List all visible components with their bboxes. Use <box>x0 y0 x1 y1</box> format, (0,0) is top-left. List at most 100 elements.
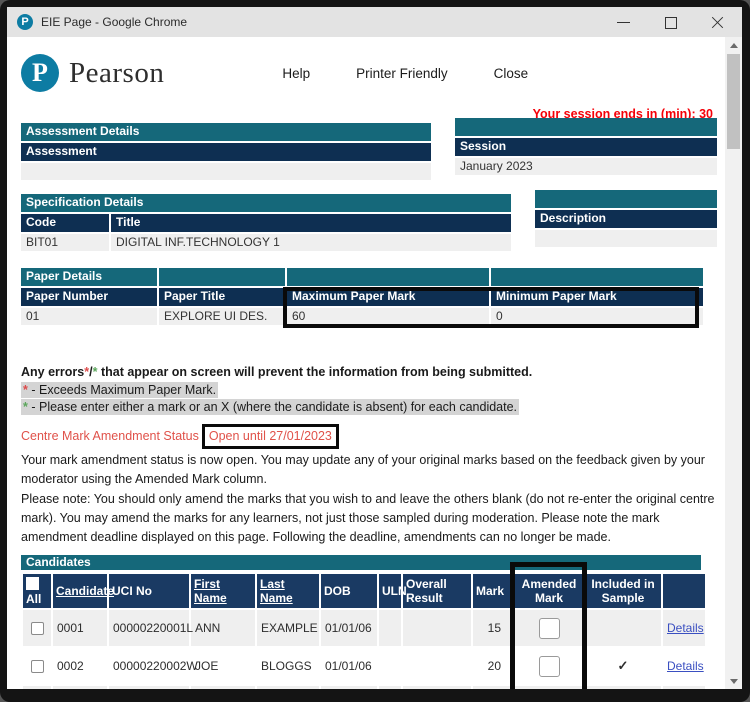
window-title: EIE Page - Google Chrome <box>41 15 617 29</box>
scroll-down-icon[interactable] <box>725 673 742 689</box>
overall-result <box>402 685 472 689</box>
candidates-header-row: All Candidate UCI No First Name Last Nam… <box>22 573 706 609</box>
error-heading: Any errors*/* that appear on screen will… <box>21 365 717 379</box>
last-name: BLOGGS <box>256 647 320 685</box>
first-name: JOE <box>190 647 256 685</box>
scroll-up-icon[interactable] <box>725 37 742 53</box>
dob: 01/01/06 <box>320 685 378 689</box>
candidates-table: All Candidate UCI No First Name Last Nam… <box>21 572 707 689</box>
uln <box>378 647 402 685</box>
amendment-status-label: Centre Mark Amendment Status <box>21 429 199 443</box>
pearson-favicon-icon: P <box>17 14 33 30</box>
included-in-sample-check <box>584 609 662 647</box>
maximize-icon[interactable] <box>664 16 677 29</box>
page-content: P Pearson Help Printer Friendly Close Yo… <box>7 37 725 689</box>
details-link[interactable]: Details <box>667 659 704 673</box>
printer-friendly-link[interactable]: Printer Friendly <box>356 66 448 81</box>
min-paper-mark-value: 0 <box>491 308 703 325</box>
column-details <box>662 573 706 609</box>
paper-teal-spacer <box>491 268 703 286</box>
description-value <box>535 230 717 247</box>
vertical-scrollbar[interactable] <box>725 37 742 689</box>
description-label: Description <box>535 210 717 228</box>
details-link[interactable]: Details <box>667 621 704 635</box>
mark-value: 15 <box>472 685 514 689</box>
column-first-name: First Name <box>190 573 256 609</box>
uci-no: 00000220001L <box>108 609 190 647</box>
session-label: Session <box>455 138 717 156</box>
column-overall-result: Overall Result <box>402 573 472 609</box>
max-paper-mark-label: Maximum Paper Mark <box>287 288 489 306</box>
paper-title-value: EXPLORE UI DES. <box>159 308 285 325</box>
column-uln: ULN <box>378 573 402 609</box>
session-value: January 2023 <box>455 158 717 175</box>
error-line-max-mark: * - Exceeds Maximum Paper Mark. <box>21 383 717 397</box>
paper-number-value: 01 <box>21 308 157 325</box>
scrollbar-thumb[interactable] <box>727 54 740 149</box>
assessment-details-header: Assessment Details <box>21 123 431 141</box>
amendment-status-line: Centre Mark Amendment Status Open until 2… <box>21 424 717 449</box>
column-amended-mark: Amended Mark <box>514 573 584 609</box>
close-window-icon[interactable] <box>711 16 724 29</box>
last-name: SMITH <box>256 685 320 689</box>
page-header: P Pearson Help Printer Friendly Close <box>21 47 717 99</box>
assessment-section: Assessment Details Assessment Session Ja… <box>21 123 717 180</box>
column-uci: UCI No <box>108 573 190 609</box>
column-all: All <box>22 573 52 609</box>
first-name: JOHN <box>190 685 256 689</box>
candidate-number: 0003 <box>52 685 108 689</box>
amended-mark-input[interactable] <box>539 656 560 677</box>
max-paper-mark-value: 60 <box>287 308 489 325</box>
browser-viewport: P Pearson Help Printer Friendly Close Yo… <box>7 37 742 689</box>
candidate-row: 0003 00000220003C JOHN SMITH 01/01/06 15… <box>22 685 706 689</box>
column-dob: DOB <box>320 573 378 609</box>
paper-teal-spacer <box>159 268 285 286</box>
amendment-paragraph-2: Please note: You should only amend the m… <box>21 490 717 547</box>
row-checkbox[interactable] <box>31 660 44 673</box>
sort-candidate-link[interactable]: Candidate <box>56 584 114 598</box>
minimize-icon[interactable] <box>617 16 630 29</box>
column-included-in-sample: Included in Sample <box>584 573 662 609</box>
top-nav: Help Printer Friendly Close <box>282 66 528 81</box>
assessment-label: Assessment <box>21 143 431 161</box>
sort-first-name-link[interactable]: First Name <box>194 577 227 605</box>
mark-value: 15 <box>472 609 514 647</box>
assessment-value <box>21 163 431 180</box>
included-in-sample-check: ✓ <box>584 647 662 685</box>
amended-mark-input[interactable] <box>539 618 560 639</box>
session-block-header <box>455 118 717 136</box>
overall-result <box>402 609 472 647</box>
select-all-checkbox[interactable] <box>26 577 39 590</box>
paper-number-label: Paper Number <box>21 288 157 306</box>
uci-no: 00000220002W <box>108 647 190 685</box>
paper-teal-spacer <box>287 268 489 286</box>
candidates-header: Candidates <box>21 555 701 570</box>
browser-window: P EIE Page - Google Chrome P Pearson Hel… <box>0 0 750 702</box>
spec-title-value: DIGITAL INF.TECHNOLOGY 1 <box>111 234 511 251</box>
dob: 01/01/06 <box>320 647 378 685</box>
amendment-status-value: Open until 27/01/2023 <box>209 429 332 443</box>
overall-result <box>402 647 472 685</box>
error-line-mark-or-x: * - Please enter either a mark or an X (… <box>21 400 717 414</box>
column-last-name: Last Name <box>256 573 320 609</box>
pearson-wordmark: Pearson <box>69 57 164 90</box>
close-link[interactable]: Close <box>494 66 529 81</box>
included-in-sample-check <box>584 685 662 689</box>
sort-last-name-link[interactable]: Last Name <box>260 577 293 605</box>
dob: 01/01/06 <box>320 609 378 647</box>
paper-details-section: Paper Details Paper Number Paper Title M… <box>21 268 717 325</box>
window-titlebar: P EIE Page - Google Chrome <box>7 7 742 37</box>
mark-value: 20 <box>472 647 514 685</box>
last-name: EXAMPLE <box>256 609 320 647</box>
help-link[interactable]: Help <box>282 66 310 81</box>
row-checkbox[interactable] <box>31 622 44 635</box>
paper-title-label: Paper Title <box>159 288 285 306</box>
candidate-number: 0001 <box>52 609 108 647</box>
column-mark: Mark <box>472 573 514 609</box>
uln <box>378 609 402 647</box>
description-block-header <box>535 190 717 208</box>
column-candidate: Candidate <box>52 573 108 609</box>
candidates-section: Candidates All Candidate UCI No First Na… <box>21 555 717 689</box>
specification-section: Specification Details Code Title BIT01 D… <box>21 194 717 253</box>
min-paper-mark-label: Minimum Paper Mark <box>491 288 703 306</box>
